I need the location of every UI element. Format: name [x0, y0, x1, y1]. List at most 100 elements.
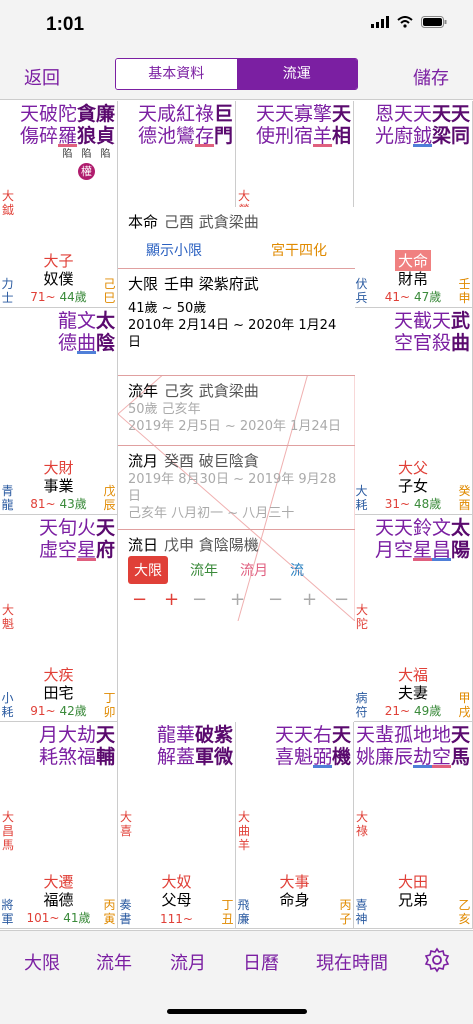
palace-name: 兄弟: [397, 891, 428, 909]
calendar-button[interactable]: 日曆: [243, 949, 279, 975]
star-char: 紫: [214, 724, 234, 746]
tab-flow[interactable]: 流運: [236, 59, 357, 89]
star-columns: 天相擎羊寡宿天刑天使: [256, 103, 351, 147]
liuyue-minus[interactable]: −: [268, 589, 283, 610]
palace-cell[interactable]: 太陰文曲龍德青龍 戊辰 大財 事業 81~ 43歲: [0, 308, 118, 515]
liuyue-lunar: 己亥年 八月初一 ~ 八月三十: [128, 506, 295, 521]
star-char: 火: [77, 517, 97, 539]
star-column: 天傷: [20, 103, 39, 180]
palace-cell[interactable]: 天同天梁天鉞天廚恩光伏兵 壬申 大命 財帛 41~ 47歲: [354, 101, 473, 308]
gear-icon[interactable]: [424, 947, 450, 973]
wifi-icon: [397, 16, 413, 28]
star-char: 使: [256, 125, 276, 147]
palace-cell[interactable]: 武曲天殺截官天空大耗 癸酉 大父 子女 31~ 48歲: [354, 308, 473, 515]
star-char: 昌: [432, 539, 452, 561]
star-char: 天: [451, 103, 471, 125]
star-char: 廉: [96, 103, 116, 125]
tab-liunian[interactable]: 流年: [190, 560, 218, 580]
daxian-date: 2010年 2月14日 ~ 2020年 1月24日: [128, 318, 337, 350]
star-column: 天鉞: [413, 103, 432, 147]
palace-stem-link[interactable]: 宮干四化: [271, 240, 327, 260]
star-columns: 天馬地空地劫孤辰蜚廉天姚: [356, 724, 470, 768]
star-char: 傷: [20, 125, 40, 147]
star-column: 破軍: [195, 724, 214, 768]
show-small-limit-link[interactable]: 顯示小限: [146, 240, 202, 260]
age-now: 49歲: [413, 704, 442, 718]
daxian-plus[interactable]: +: [164, 589, 179, 610]
age-now: 47歲: [413, 290, 442, 304]
star-column: 旬空: [58, 517, 77, 561]
save-button[interactable]: 儲存: [413, 64, 449, 90]
daxian-minus[interactable]: −: [132, 589, 147, 610]
age-range: 91~ 42歲: [0, 702, 117, 719]
minor-star-label: 大昌馬: [2, 810, 15, 852]
palace-name: 父母: [161, 891, 192, 909]
star-column: 天機: [332, 724, 351, 768]
star-column: 天使: [256, 103, 275, 147]
star-char: 恩: [375, 103, 395, 125]
liuri-minus[interactable]: −: [334, 589, 349, 610]
palace-cell[interactable]: 天馬地空地劫孤辰蜚廉天姚大祿 喜神 乙亥 大田 兄弟: [354, 722, 473, 929]
palace-cell[interactable]: 天機右弼天魁天喜大曲羊 飛廉 丙子 大事 命身: [236, 722, 354, 929]
minor-star-label: 大曲羊: [238, 810, 251, 852]
liunian-row[interactable]: 流年 己亥 武貪梁曲 50歲 己亥年 2019年 2月5日 ~ 2020年 1月2…: [118, 376, 355, 446]
palace-cell[interactable]: 紫微破軍華蓋龍解大喜 奏書 丁丑 大奴 父母 111~: [118, 722, 236, 929]
star-char: 天: [39, 517, 59, 539]
star-char: 天: [256, 103, 276, 125]
star-column: 擎羊: [313, 103, 332, 147]
minor-star-label: 大魁: [2, 603, 15, 631]
palace-name: 田宅: [43, 684, 74, 702]
now-button[interactable]: 現在時間: [316, 949, 388, 975]
star-char: 喜: [275, 746, 295, 768]
star-char: 魁: [294, 746, 314, 768]
palace-cell[interactable]: 廉貞陷貪狼陷權陀羅陷破碎天傷大鉞 力士 己巳 大子 奴僕 71~ 44歲: [0, 101, 118, 308]
daxian-row[interactable]: 大限 壬申 梁紫府武 41歲 ~ 50歲 2010年 2月14日 ~ 2020年 …: [118, 269, 355, 376]
liuyue-button[interactable]: 流月: [170, 949, 206, 975]
star-char: 天: [294, 724, 314, 746]
star-char: 星: [77, 539, 97, 561]
palace-name: 夫妻: [397, 684, 428, 702]
star-column: 天相: [332, 103, 351, 147]
star-char: 羅: [58, 125, 78, 147]
star-char: 蜚: [375, 724, 395, 746]
palace-cell[interactable]: 太陽文昌鈴星天空天月大陀 病符 甲戌 大福 夫妻 21~ 49歲: [354, 515, 473, 722]
star-column: 鈴星: [413, 517, 432, 561]
back-button[interactable]: 返回: [24, 64, 60, 90]
star-column: 天刑: [275, 103, 294, 147]
palace-name: 奴僕: [43, 270, 74, 288]
tab-liuyue[interactable]: 流月: [240, 560, 268, 580]
liunian-plus[interactable]: +: [230, 589, 245, 610]
tab-daxian[interactable]: 大限: [128, 556, 168, 584]
star-char: 天: [356, 724, 376, 746]
star-column: 龍德: [58, 310, 77, 354]
liuyue-row[interactable]: 流月 癸酉 破巨陰貪 2019年 8月30日 ~ 2019年 9月28日 己亥年 …: [118, 446, 355, 530]
liunian-button[interactable]: 流年: [96, 949, 132, 975]
star-column: 地劫: [413, 724, 432, 768]
star-char: 蓋: [176, 746, 196, 768]
minor-star-label: 大陀: [356, 603, 369, 631]
age-start: 101~: [26, 911, 60, 925]
palace-cell[interactable]: 天府火星旬空天虛大魁 小耗 丁卯 大疾 田宅 91~ 42歲: [0, 515, 118, 722]
star-char: 龍: [58, 310, 78, 332]
age-range: 101~ 41歲: [0, 909, 117, 926]
star-columns: 廉貞陷貪狼陷權陀羅陷破碎天傷: [20, 103, 115, 180]
tab-liuri[interactable]: 流: [290, 560, 304, 580]
star-column: 咸池: [157, 103, 176, 147]
star-column: 太陽: [451, 517, 470, 561]
tab-basic-info[interactable]: 基本資料: [116, 59, 237, 89]
star-char: 天: [394, 517, 414, 539]
star-char: 碎: [39, 125, 59, 147]
star-char: 府: [96, 539, 116, 561]
clock: 1:01: [46, 14, 85, 35]
star-column: 右弼: [313, 724, 332, 768]
star-char: 輔: [96, 746, 116, 768]
star-column: 火星: [77, 517, 96, 561]
liunian-minus[interactable]: −: [192, 589, 207, 610]
daxian-button[interactable]: 大限: [24, 949, 60, 975]
liuyue-plus[interactable]: +: [302, 589, 317, 610]
star-column: 天同: [451, 103, 470, 147]
star-column: 天馬: [451, 724, 470, 768]
star-char: 擎: [313, 103, 333, 125]
star-char: 地: [432, 724, 452, 746]
palace-cell[interactable]: 天輔劫福大煞月耗大昌馬 將軍 丙寅 大遷 福德 101~ 41歲: [0, 722, 118, 929]
